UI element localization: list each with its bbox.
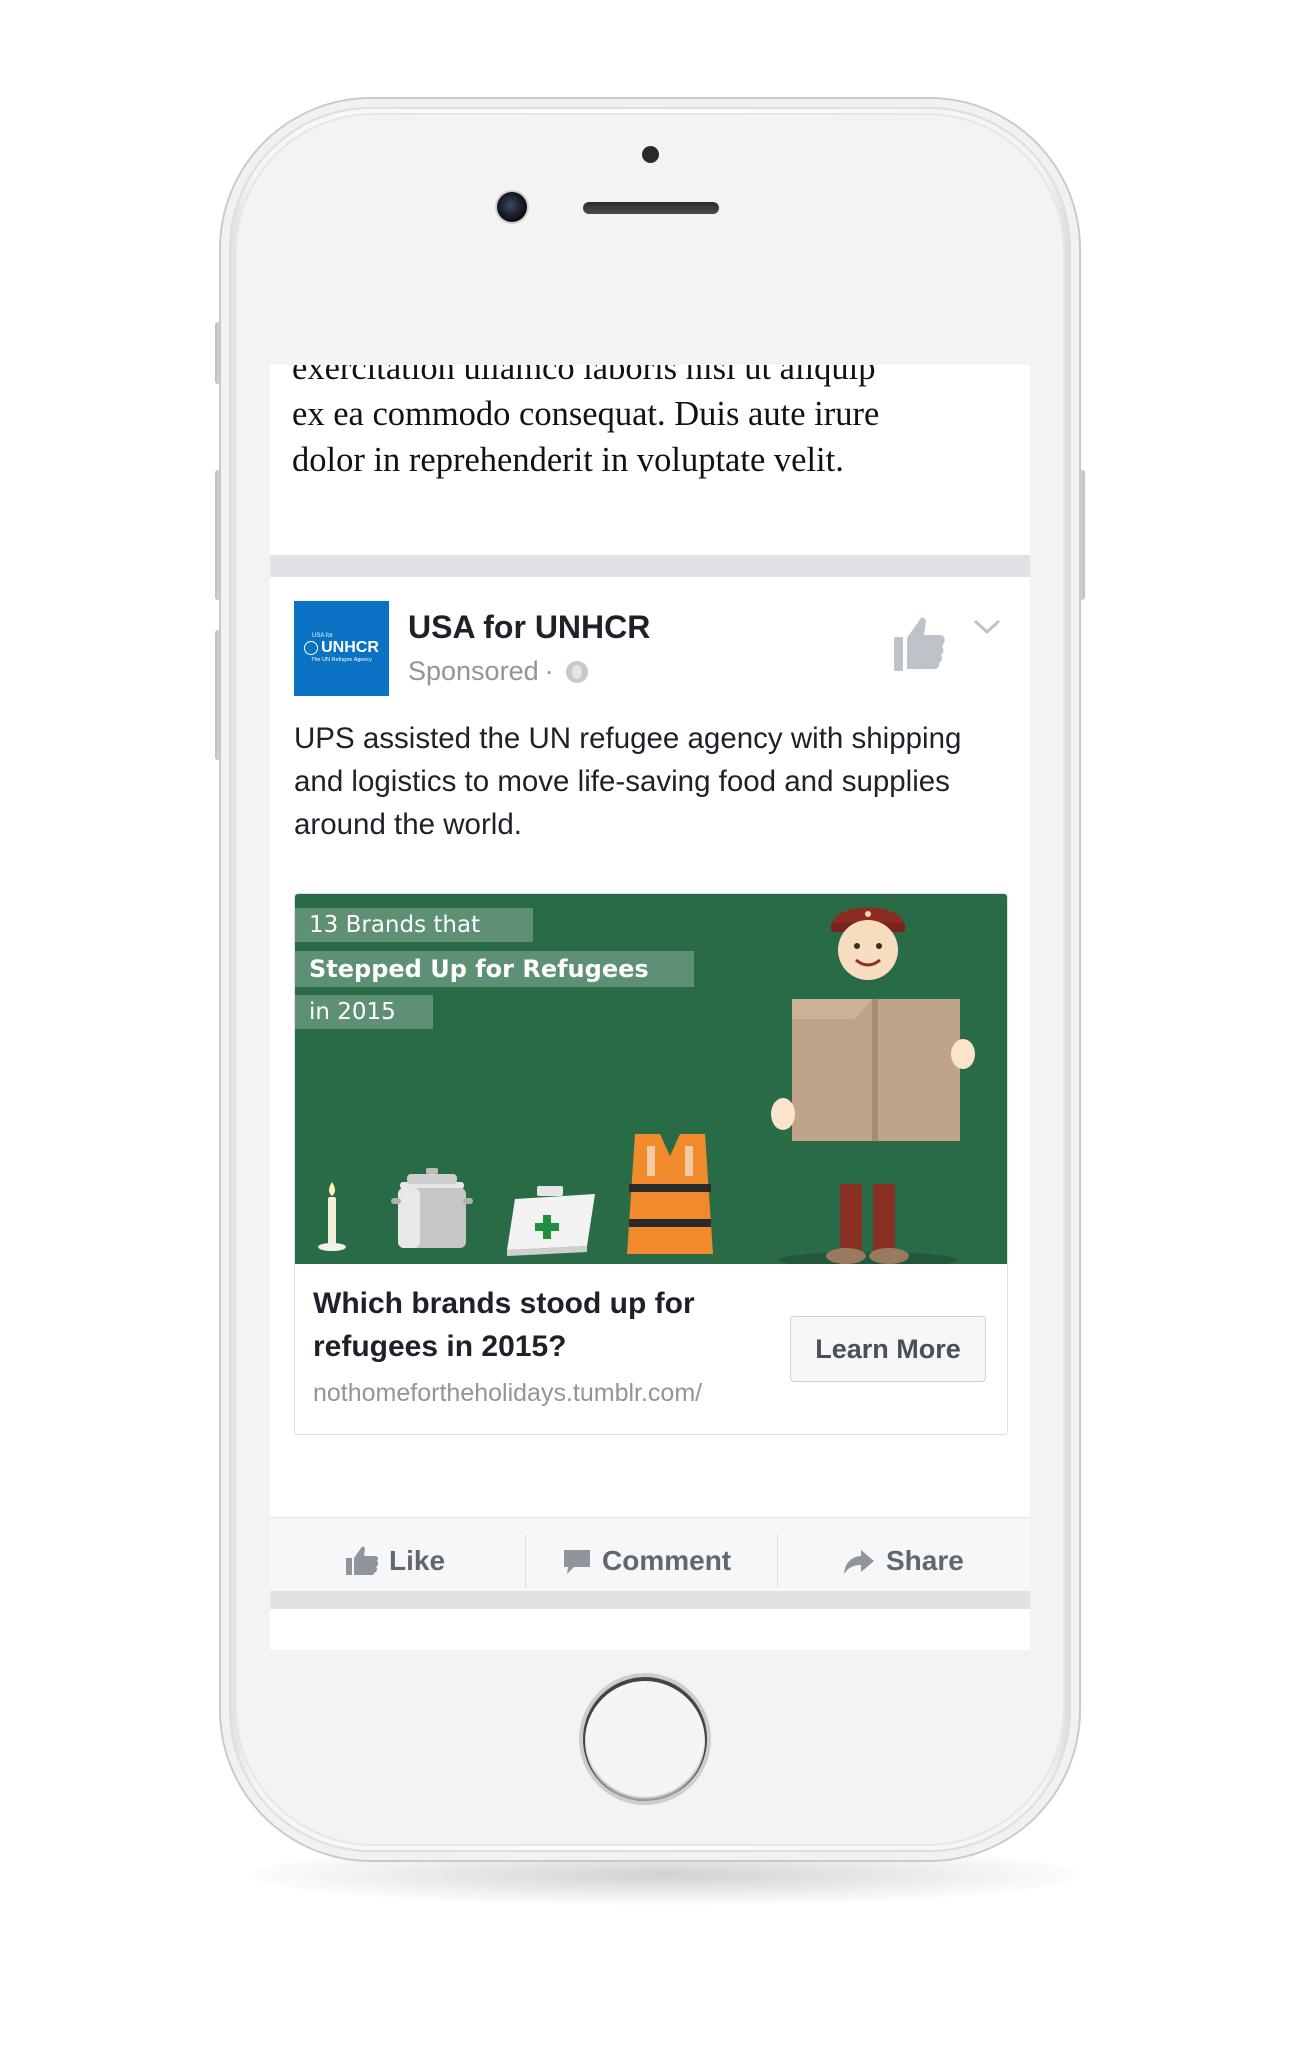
front-camera [497, 192, 527, 222]
like-thumb-icon [346, 1546, 379, 1575]
home-button[interactable] [583, 1677, 707, 1801]
ad-link-card[interactable]: 13 Brands that Stepped Up for Refugees i… [294, 893, 1008, 1435]
action-divider [525, 1534, 526, 1588]
ad-footer: Which brands stood up for refugees in 20… [295, 1264, 1007, 1434]
sponsored-post: USA for UNHCR The UN Refugee Agency USA … [270, 577, 1030, 1604]
learn-more-button[interactable]: Learn More [790, 1316, 986, 1382]
page-name-link[interactable]: USA for UNHCR [408, 609, 650, 646]
share-arrow-icon [844, 1550, 874, 1574]
article-text: exercitation ullamco laboris nisi ut ali… [292, 365, 1012, 483]
earpiece-speaker [583, 202, 719, 214]
ad-image-caption-1: 13 Brands that [295, 908, 533, 942]
avatar-tagline: The UN Refugee Agency [311, 657, 372, 663]
comment-label: Comment [602, 1545, 732, 1576]
ad-domain: nothomefortheholidays.tumblr.com/ [313, 1379, 703, 1407]
like-label: Like [389, 1545, 446, 1576]
proximity-sensor [642, 146, 659, 163]
unhcr-emblem-icon [304, 641, 319, 655]
article-line: exercitation ullamco laboris nisi ut ali… [292, 365, 876, 387]
sponsored-row: Sponsored · [408, 656, 588, 687]
feed-separator [270, 1591, 1030, 1609]
dot-separator: · [544, 656, 554, 686]
ad-image-caption-3: in 2015 [295, 995, 433, 1029]
unhcr-logo: UNHCR [304, 640, 379, 656]
share-label: Share [886, 1545, 964, 1576]
chevron-down-icon[interactable] [972, 617, 1002, 637]
ad-image[interactable]: 13 Brands that Stepped Up for Refugees i… [295, 894, 1007, 1264]
article-line: dolor in reprehenderit in voluptate veli… [292, 441, 844, 479]
article-line: ex ea commodo consequat. Duis aute irure [292, 395, 880, 433]
globe-icon [565, 660, 588, 683]
comment-bubble-icon [564, 1550, 590, 1574]
ad-image-caption-2: Stepped Up for Refugees [295, 951, 694, 987]
post-message: UPS assisted the UN refugee agency with … [294, 722, 962, 841]
avatar-logo-text: UNHCR [321, 639, 379, 656]
action-divider [777, 1534, 778, 1588]
feed-separator [270, 555, 1030, 577]
ad-illustration [318, 907, 975, 1264]
ad-headline[interactable]: Which brands stood up for refugees in 20… [313, 1282, 793, 1368]
thumbs-up-icon[interactable] [892, 613, 946, 673]
sponsored-label: Sponsored [408, 656, 539, 686]
page-avatar[interactable]: USA for UNHCR The UN Refugee Agency [294, 601, 389, 696]
phone-screen: exercitation ullamco laboris nisi ut ali… [270, 365, 1030, 1650]
